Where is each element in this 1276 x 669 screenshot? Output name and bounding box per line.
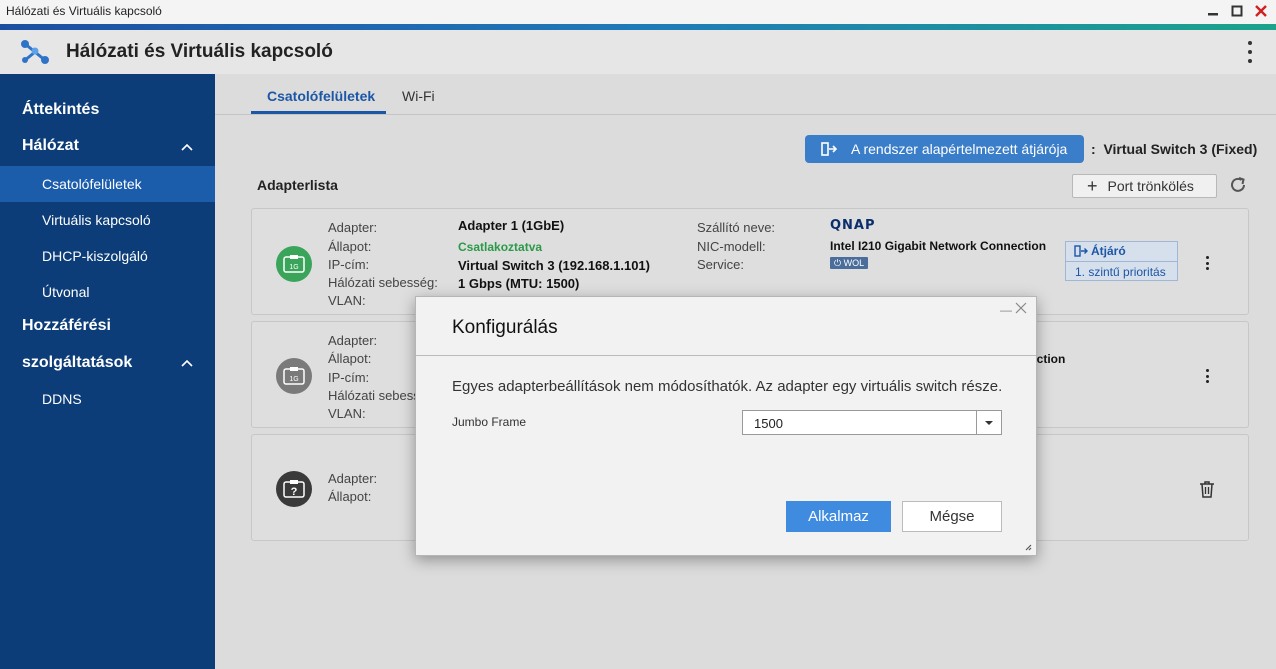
jumbo-frame-select[interactable]: 1500 <box>742 410 1002 435</box>
chevron-up-icon[interactable] <box>181 143 193 151</box>
ethernet-1g-icon: 1G <box>276 246 312 282</box>
minimize-icon <box>1208 13 1218 16</box>
adapter-2-more-button[interactable] <box>1206 369 1210 383</box>
tab-bar: Csatolófelületek Wi-Fi <box>215 74 1276 115</box>
vlan-label: VLAN: <box>328 293 366 308</box>
more-options-button[interactable] <box>1246 41 1254 63</box>
maximize-icon <box>1231 5 1243 17</box>
wol-badge: ⏻ WOL <box>830 257 869 269</box>
default-gateway-label: A rendszer alapértelmezett átjárója <box>851 141 1068 157</box>
trash-icon[interactable] <box>1199 480 1215 498</box>
sidebar-item-overview[interactable]: Áttekintés <box>22 101 99 119</box>
sidebar-item-dhcp-server[interactable]: DHCP-kiszolgáló <box>0 238 215 274</box>
service-label: Service: <box>697 257 744 272</box>
chevron-up-icon[interactable] <box>181 359 193 367</box>
default-gateway-button[interactable]: A rendszer alapértelmezett átjárója <box>805 135 1084 163</box>
network-switch-icon <box>21 40 49 64</box>
gateway-tag: Átjáró <box>1074 244 1126 258</box>
vendor-label: Szállító neve: <box>697 220 776 235</box>
plus-icon: + <box>1087 176 1098 196</box>
apply-button[interactable]: Alkalmaz <box>786 501 891 532</box>
speed-label: Hálózati sebess <box>328 388 420 403</box>
gateway-priority-tag[interactable]: Átjáró 1. szintű prioritás <box>1065 241 1178 281</box>
ip-label: IP-cím: <box>328 370 370 385</box>
port-trunking-button[interactable]: + Port trönkölés <box>1072 174 1217 198</box>
cancel-button[interactable]: Mégse <box>902 501 1002 532</box>
speed-value: 1 Gbps (MTU: 1500) <box>458 276 580 291</box>
dialog-title: Konfigurálás <box>452 317 558 338</box>
dialog-minimize-button[interactable]: — <box>1000 303 1012 317</box>
adapter-name: Adapter 1 (1GbE) <box>458 218 565 233</box>
refresh-icon[interactable] <box>1228 175 1248 195</box>
status-label: Állapot: <box>328 351 372 366</box>
sidebar-section-network[interactable]: Hálózat <box>22 137 79 155</box>
jumbo-frame-value: 1500 <box>754 416 783 431</box>
gateway-tag-label: Átjáró <box>1091 244 1126 258</box>
adapter-label: Adapter: <box>328 220 378 235</box>
ip-address: (192.168.1.101) <box>554 258 650 273</box>
status-label: Állapot: <box>328 239 372 254</box>
sidebar-item-ddns[interactable]: DDNS <box>0 381 215 417</box>
app-header: Hálózati és Virtuális kapcsoló <box>0 30 1276 74</box>
close-window-button[interactable] <box>1252 2 1270 20</box>
chevron-down-icon <box>985 420 993 425</box>
adapter-label: Adapter: <box>328 471 378 486</box>
ip-label: IP-cím: <box>328 257 370 272</box>
minimize-window-button[interactable] <box>1204 2 1222 20</box>
gateway-icon <box>1074 245 1088 257</box>
status-label: Állapot: <box>328 489 372 504</box>
ethernet-1g-icon: 1G <box>276 358 312 394</box>
window-titlebar: Hálózati és Virtuális kapcsoló <box>0 0 1276 24</box>
tab-interfaces[interactable]: Csatolófelületek <box>267 88 375 104</box>
speed-label: Hálózati sebesség: <box>328 275 438 290</box>
svg-text:1G: 1G <box>289 264 298 271</box>
sidebar-item-interfaces[interactable]: Csatolófelületek <box>0 166 215 202</box>
unknown-adapter-icon: ? <box>276 471 312 507</box>
dialog-message: Egyes adapterbeállítások nem módosítható… <box>452 378 1003 395</box>
jumbo-frame-label: Jumbo Frame <box>452 415 527 429</box>
gateway-colon: : <box>1091 141 1096 157</box>
priority-level: 1. szintű prioritás <box>1066 261 1177 281</box>
svg-text:1G: 1G <box>289 376 298 383</box>
configure-dialog: — Konfigurálás Egyes adapterbeállítások … <box>415 296 1037 556</box>
ip-value: Virtual Switch 3 (192.168.1.101) <box>458 258 650 273</box>
qnap-logo: QNAP <box>830 218 876 233</box>
port-trunking-label: Port trönkölés <box>1107 178 1194 194</box>
window-title: Hálózati és Virtuális kapcsoló <box>6 4 162 18</box>
close-icon <box>1255 5 1267 17</box>
adapter-list-title: Adapterlista <box>257 177 338 193</box>
dialog-divider <box>416 355 1036 356</box>
sidebar-item-route[interactable]: Útvonal <box>0 274 215 310</box>
virtual-switch-link[interactable]: Virtual Switch 3 <box>458 258 555 273</box>
vlan-label: VLAN: <box>328 406 366 421</box>
sidebar-section-access-line2[interactable]: szolgáltatások <box>22 354 132 372</box>
tab-wifi[interactable]: Wi-Fi <box>402 88 435 104</box>
close-icon[interactable] <box>1015 302 1027 314</box>
nic-label: NIC-modell: <box>697 239 766 254</box>
window-controls <box>1204 2 1270 20</box>
gateway-value-text: Virtual Switch 3 (Fixed) <box>1103 141 1258 157</box>
adapter-label: Adapter: <box>328 333 378 348</box>
adapter-1-more-button[interactable] <box>1206 256 1210 270</box>
app-title: Hálózati és Virtuális kapcsoló <box>66 41 333 62</box>
dropdown-arrow[interactable] <box>976 411 1001 434</box>
default-gateway-value: : Virtual Switch 3 (Fixed) <box>1091 141 1257 157</box>
maximize-window-button[interactable] <box>1228 2 1246 20</box>
sidebar-item-virtual-switch[interactable]: Virtuális kapcsoló <box>0 202 215 238</box>
resize-grip-icon[interactable] <box>1024 543 1032 551</box>
nic-model-value: Intel I210 Gigabit Network Connection <box>830 239 1047 253</box>
active-tab-indicator <box>251 111 386 114</box>
sidebar-section-access-line1[interactable]: Hozzáférési <box>22 317 111 335</box>
status-value: Csatlakoztatva <box>458 240 543 254</box>
svg-text:?: ? <box>291 486 298 498</box>
gateway-icon <box>821 142 837 156</box>
sidebar: Áttekintés Hálózat Csatolófelületek Virt… <box>0 74 215 669</box>
